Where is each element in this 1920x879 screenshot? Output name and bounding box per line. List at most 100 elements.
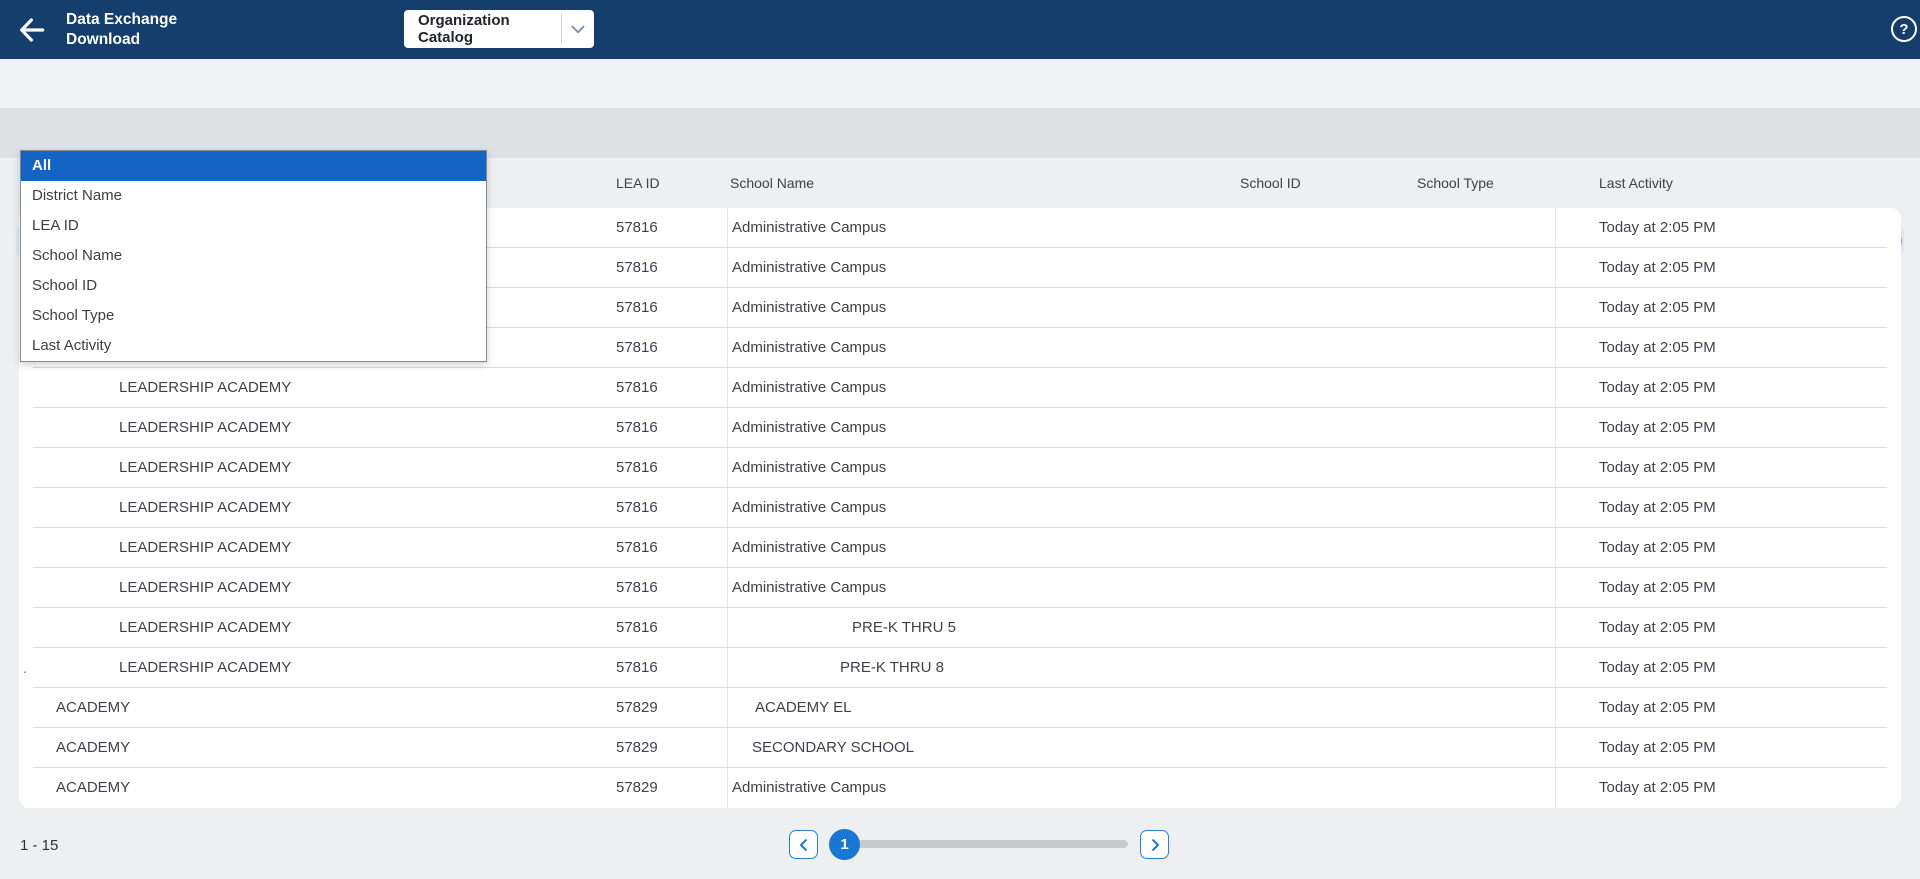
result-range-label: 1 - 15: [20, 837, 58, 854]
cell-lea-id: 57829: [616, 768, 658, 808]
help-icon[interactable]: ?: [1891, 16, 1917, 42]
cell-school-name: Administrative Campus: [732, 328, 886, 368]
cell-district-name: ACADEMY: [56, 768, 130, 808]
cell-last-activity: Today at 2:05 PM: [1599, 488, 1716, 528]
cell-school-name: Administrative Campus: [732, 488, 886, 528]
app-header: Data Exchange Download Organization Cata…: [0, 0, 1920, 59]
column-header-lea-id: LEA ID: [616, 158, 660, 208]
page-slider-track[interactable]: [852, 840, 1128, 848]
cell-lea-id: 57816: [616, 248, 658, 288]
page-title: Data Exchange Download: [66, 10, 177, 50]
toolbar: Filter: [0, 59, 1920, 108]
cell-school-name: SECONDARY SCHOOL: [752, 728, 914, 768]
cell-lea-id: 57816: [616, 288, 658, 328]
cell-last-activity: Today at 2:05 PM: [1599, 728, 1716, 768]
cell-school-name: Administrative Campus: [732, 288, 886, 328]
cell-district-name: LEADERSHIP ACADEMY: [119, 608, 291, 648]
table-row[interactable]: LEADERSHIP ACADEMY 57816 Administrative Ca…: [19, 568, 1901, 608]
cell-lea-id: 57816: [616, 488, 658, 528]
table-row[interactable]: LEADERSHIP ACADEMY 57816 Administrative Ca…: [19, 408, 1901, 448]
cell-last-activity: Today at 2:05 PM: [1599, 568, 1716, 608]
table-row[interactable]: ACADEMY 57829 Administrative Campus Today a…: [19, 768, 1901, 808]
cell-district-name: LEADERSHIP ACADEMY: [119, 488, 291, 528]
cell-school-name: Administrative Campus: [732, 528, 886, 568]
cell-school-name: ACADEMY EL: [755, 688, 851, 728]
cell-lea-id: 57816: [616, 448, 658, 488]
cell-lea-id: 57816: [616, 648, 658, 688]
table-row[interactable]: ACADEMY 57829 ACADEMY EL Today at 2:05 PM: [19, 688, 1901, 728]
cell-last-activity: Today at 2:05 PM: [1599, 768, 1716, 808]
help-question-mark: ?: [1899, 21, 1908, 38]
chevron-left-icon: [795, 836, 813, 854]
cell-last-activity: Today at 2:05 PM: [1599, 328, 1716, 368]
data-exchange-download-page: Data Exchange Download Organization Cata…: [0, 0, 1920, 879]
back-button[interactable]: [16, 14, 48, 46]
dropdown-option[interactable]: School Name: [21, 241, 486, 271]
column-header-school-type: School Type: [1417, 158, 1494, 208]
cell-district-name: LEADERSHIP ACADEMY: [119, 568, 291, 608]
cell-lea-id: 57829: [616, 688, 658, 728]
cell-school-name: Administrative Campus: [732, 768, 886, 808]
cell-school-name: Administrative Campus: [732, 408, 886, 448]
cell-district-name: LEADERSHIP ACADEMY: [119, 368, 291, 408]
cell-district-name: ACADEMY: [56, 688, 130, 728]
cell-school-name: Administrative Campus: [732, 208, 886, 248]
table-row[interactable]: LEADERSHIP ACADEMY 57816 Administrative Ca…: [19, 368, 1901, 408]
table-row[interactable]: LEADERSHIP ACADEMY 57816 Administrative Ca…: [19, 488, 1901, 528]
cell-lea-id: 57816: [616, 408, 658, 448]
cell-last-activity: Today at 2:05 PM: [1599, 688, 1716, 728]
cell-school-name: PRE-K THRU 8: [840, 648, 944, 688]
current-page-indicator[interactable]: 1: [829, 829, 860, 860]
next-page-button[interactable]: [1140, 830, 1169, 859]
column-header-last-activity: Last Activity: [1599, 158, 1673, 208]
dropdown-option[interactable]: All: [21, 151, 486, 181]
dropdown-option[interactable]: School ID: [21, 271, 486, 301]
previous-page-button[interactable]: [789, 830, 818, 859]
cell-school-name: Administrative Campus: [732, 568, 886, 608]
cell-district-name: LEADERSHIP ACADEMY: [119, 648, 291, 688]
cell-last-activity: Today at 2:05 PM: [1599, 448, 1716, 488]
cell-school-name: PRE-K THRU 5: [852, 608, 956, 648]
cell-lea-id: 57816: [616, 328, 658, 368]
cell-lea-id: 57816: [616, 528, 658, 568]
cell-lea-id: 57816: [616, 208, 658, 248]
cell-last-activity: Today at 2:05 PM: [1599, 248, 1716, 288]
chevron-right-icon: [1146, 836, 1164, 854]
table-row[interactable]: LEADERSHIP ACADEMY 57816 Administrative Ca…: [19, 448, 1901, 488]
dropdown-option[interactable]: LEA ID: [21, 211, 486, 241]
cell-district-name: ACADEMY: [56, 728, 130, 768]
table-row[interactable]: . LEADERSHIP ACADEMY 57816 PRE-K THRU 8 Toda…: [19, 648, 1901, 688]
cell-last-activity: Today at 2:05 PM: [1599, 408, 1716, 448]
cell-district-name: LEADERSHIP ACADEMY: [119, 448, 291, 488]
cell-last-activity: Today at 2:05 PM: [1599, 208, 1716, 248]
cell-school-name: Administrative Campus: [732, 368, 886, 408]
column-header-school-id: School ID: [1240, 158, 1301, 208]
cell-lea-id: 57816: [616, 368, 658, 408]
cell-district-name: LEADERSHIP ACADEMY: [119, 408, 291, 448]
cell-school-name: Administrative Campus: [732, 448, 886, 488]
cell-last-activity: Today at 2:05 PM: [1599, 288, 1716, 328]
field-filter-dropdown: AllDistrict NameLEA IDSchool NameSchool …: [20, 150, 487, 362]
cell-lea-id: 57816: [616, 568, 658, 608]
table-row[interactable]: LEADERSHIP ACADEMY 57816 Administrative Ca…: [19, 528, 1901, 568]
cell-district-name: LEADERSHIP ACADEMY: [119, 528, 291, 568]
cell-last-activity: Today at 2:05 PM: [1599, 368, 1716, 408]
dropdown-option[interactable]: District Name: [21, 181, 486, 211]
cell-last-activity: Today at 2:05 PM: [1599, 608, 1716, 648]
cell-lea-id: 57816: [616, 608, 658, 648]
table-row[interactable]: LEADERSHIP ACADEMY 57816 PRE-K THRU 5 Today…: [19, 608, 1901, 648]
page-title-line1: Data Exchange: [66, 10, 177, 30]
chevron-down-icon: [562, 18, 594, 40]
page-title-line2: Download: [66, 30, 177, 50]
cell-school-name: Administrative Campus: [732, 248, 886, 288]
row-prefix-dot: .: [23, 648, 27, 688]
table-row[interactable]: ACADEMY 57829 SECONDARY SCHOOL Today at 2:0…: [19, 728, 1901, 768]
cell-lea-id: 57829: [616, 728, 658, 768]
dropdown-option[interactable]: Last Activity: [21, 331, 486, 361]
cell-last-activity: Today at 2:05 PM: [1599, 528, 1716, 568]
catalog-selector-value: Organization Catalog: [404, 12, 561, 46]
dropdown-option[interactable]: School Type: [21, 301, 486, 331]
current-page-number: 1: [840, 836, 848, 853]
cell-last-activity: Today at 2:05 PM: [1599, 648, 1716, 688]
catalog-selector[interactable]: Organization Catalog: [404, 10, 594, 48]
